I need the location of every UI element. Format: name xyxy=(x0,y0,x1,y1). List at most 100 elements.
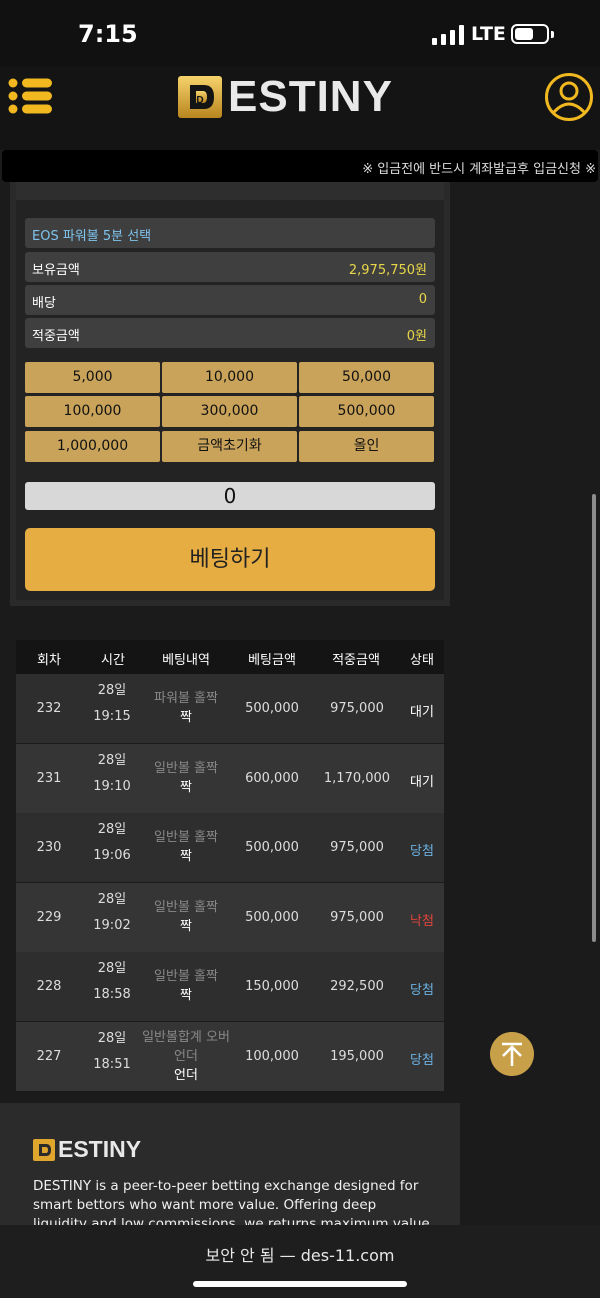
cell-bet-amount: 100,000 xyxy=(245,1048,299,1064)
cell-game: 일반볼 홀짝 xyxy=(154,899,218,915)
odds-row: 배당 0 xyxy=(25,285,435,315)
cell-bet-detail: 일반볼합계 오버언더 언더 xyxy=(140,1028,232,1085)
table-row: 232 28일 19:15 파워볼 홀짝 짝 500,000 975,000 대기 xyxy=(16,674,444,743)
payout-label: 적중금액 xyxy=(32,329,80,344)
cell-game: 파워볼 홀짝 xyxy=(154,691,218,706)
cell-time: 28일 18:58 xyxy=(93,961,131,1002)
cell-bet-amount: 500,000 xyxy=(245,840,299,855)
chip-500000-button[interactable]: 500,000 xyxy=(299,396,434,427)
status-badge: 대기 xyxy=(410,774,434,790)
svg-text:D: D xyxy=(196,95,203,106)
battery-icon xyxy=(511,24,554,44)
table-header: 회차 시간 베팅내역 베팅금액 적중금액 상태 xyxy=(16,640,444,674)
cell-pick: 언더 xyxy=(174,1067,198,1083)
chip-100000-button[interactable]: 100,000 xyxy=(25,396,160,427)
payout-row: 적중금액 0원 xyxy=(25,318,435,348)
footer-brand-name: ESTINY xyxy=(58,1136,142,1162)
cell-round: 231 xyxy=(36,770,62,786)
cell-bet-detail: 파워볼 홀짝 짝 xyxy=(140,689,232,727)
cell-payout: 975,000 xyxy=(330,840,384,855)
game-select[interactable]: EOS 파워볼 5분 선택 xyxy=(25,218,435,248)
home-indicator xyxy=(193,1281,407,1287)
cell-time: 28일 18:51 xyxy=(93,1030,131,1072)
table-row: 229 28일 19:02 일반볼 홀짝 짝 500,000 975,000 낙첨 xyxy=(16,882,444,952)
balance-value: 2,975,750원 xyxy=(348,263,427,278)
table-row: 227 28일 18:51 일반볼합계 오버언더 언더 100,000 195,000 당첨 xyxy=(16,1021,444,1091)
cell-bet-detail: 일반볼 홀짝짝 xyxy=(140,967,232,1005)
chip-1000000-button[interactable]: 1,000,000 xyxy=(25,431,160,462)
cell-pick: 짝 xyxy=(180,988,192,1003)
place-bet-button[interactable]: 베팅하기 xyxy=(25,528,435,591)
cell-game: 일반볼 홀짝 xyxy=(154,969,218,984)
cell-bet-detail: 일반볼 홀짝짝 xyxy=(140,828,232,866)
cell-game: 일반볼 홀짝 xyxy=(154,830,218,845)
scroll-to-top-icon[interactable] xyxy=(490,1032,534,1076)
notice-text: ※ 입금전에 반드시 계좌발급후 입금신청 ※ xyxy=(362,162,596,177)
cell-payout: 975,000 xyxy=(330,909,384,925)
cell-pick: 짝 xyxy=(180,779,192,795)
chip-300000-button[interactable]: 300,000 xyxy=(162,396,297,427)
col-payout: 적중금액 xyxy=(332,653,380,668)
balance-label: 보유금액 xyxy=(32,263,80,278)
brand-name: ESTINY xyxy=(228,72,393,121)
status-badge: 대기 xyxy=(410,705,434,720)
browser-address-bar: 보안 안 됨 — des-11.com xyxy=(0,1225,600,1298)
cell-time: 28일 19:02 xyxy=(93,891,131,933)
col-status: 상태 xyxy=(410,653,434,668)
odds-label: 배당 xyxy=(32,296,56,311)
url-text[interactable]: 보안 안 됨 — des-11.com xyxy=(0,1242,600,1266)
cell-payout: 1,170,000 xyxy=(323,770,391,786)
chip-50000-button[interactable]: 50,000 xyxy=(299,362,434,393)
signal-icon xyxy=(432,25,464,45)
status-badge: 당첨 xyxy=(410,1052,434,1068)
payout-value: 0원 xyxy=(406,329,427,344)
logo-mark-icon: D xyxy=(178,76,222,118)
chip-5000-button[interactable]: 5,000 xyxy=(25,362,160,393)
cell-time: 28일 19:15 xyxy=(93,683,131,724)
footer-logo: ESTINY xyxy=(33,1136,141,1163)
all-in-button[interactable]: 올인 xyxy=(299,431,434,462)
footer-description: DESTINY is a peer-to-peer betting exchan… xyxy=(33,1178,430,1225)
col-bet-amount: 베팅금액 xyxy=(248,653,296,668)
cell-bet-amount: 150,000 xyxy=(245,979,299,994)
chip-10000-button[interactable]: 10,000 xyxy=(162,362,297,393)
balance-row: 보유금액 2,975,750원 xyxy=(25,252,435,282)
cell-payout: 975,000 xyxy=(330,701,384,716)
cell-round: 228 xyxy=(36,979,62,994)
site-logo[interactable]: D ESTINY xyxy=(178,72,393,121)
user-account-icon[interactable] xyxy=(544,72,594,122)
footer-logo-mark-icon xyxy=(33,1138,55,1161)
cell-round: 229 xyxy=(36,909,62,925)
notice-ticker: ※ 입금전에 반드시 계좌발급후 입금신청 ※ xyxy=(2,150,598,182)
table-row: 228 28일 18:58 일반볼 홀짝 짝 150,000 292,500 당첨 xyxy=(16,952,444,1021)
bet-panel-top-strip xyxy=(16,182,444,200)
reset-amount-button[interactable]: 금액초기화 xyxy=(162,431,297,462)
cell-pick: 짝 xyxy=(180,849,192,864)
cell-bet-amount: 600,000 xyxy=(245,770,299,786)
cell-time: 28일 19:06 xyxy=(93,822,131,863)
cell-round: 230 xyxy=(36,840,62,855)
cell-round: 227 xyxy=(36,1048,62,1064)
table-row: 230 28일 19:06 일반볼 홀짝 짝 500,000 975,000 당첨 xyxy=(16,813,444,882)
game-label: EOS 파워볼 5분 선택 xyxy=(32,229,152,244)
col-time: 시간 xyxy=(101,653,125,668)
bet-amount-input[interactable]: 0 xyxy=(25,482,435,510)
cell-payout: 292,500 xyxy=(330,979,384,994)
cell-bet-amount: 500,000 xyxy=(245,701,299,716)
status-badge: 당첨 xyxy=(410,983,434,998)
network-label: LTE xyxy=(471,23,506,45)
col-bet-detail: 베팅내역 xyxy=(162,653,210,668)
status-badge: 당첨 xyxy=(410,844,434,859)
odds-value: 0 xyxy=(418,292,427,307)
status-badge: 낙첨 xyxy=(410,913,434,929)
site-header: D ESTINY xyxy=(0,66,600,150)
cell-bet-detail: 일반볼 홀짝 짝 xyxy=(140,759,232,797)
page-scrollbar[interactable] xyxy=(592,494,596,942)
table-row: 231 28일 19:10 일반볼 홀짝 짝 600,000 1,170,000 대기 xyxy=(16,743,444,813)
cell-bet-detail: 일반볼 홀짝 짝 xyxy=(140,898,232,936)
cell-payout: 195,000 xyxy=(330,1048,384,1064)
clock: 7:15 xyxy=(78,20,138,48)
cell-round: 232 xyxy=(36,701,62,716)
cell-bet-amount: 500,000 xyxy=(245,909,299,925)
menu-icon[interactable] xyxy=(8,76,54,116)
